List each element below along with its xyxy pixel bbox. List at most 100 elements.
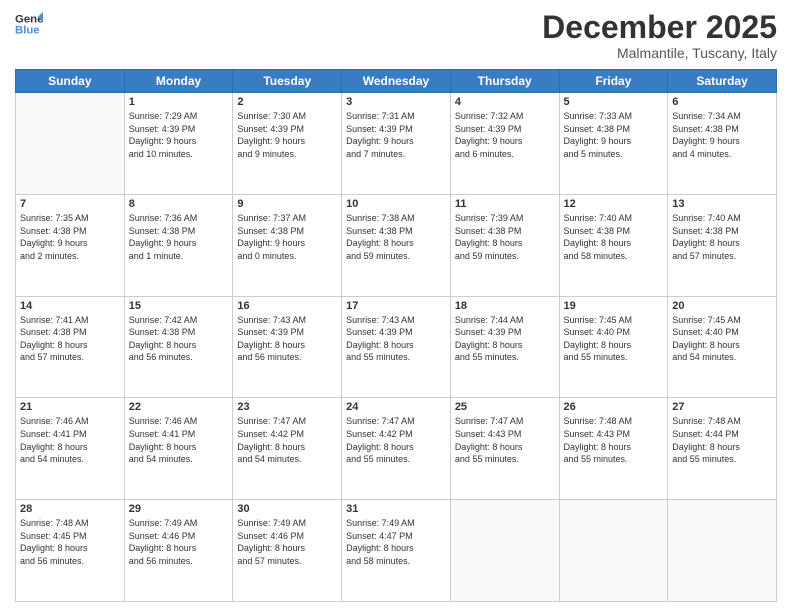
day-number: 24: [346, 401, 446, 413]
calendar-cell: 11Sunrise: 7:39 AM Sunset: 4:38 PM Dayli…: [450, 194, 559, 296]
calendar-cell: 1 Sunrise: 7:29 AM Sunset: 4:39 PM Daylig…: [124, 93, 233, 195]
cell-info: Sunrise: 7:42 AM Sunset: 4:38 PM Dayligh…: [129, 314, 229, 364]
day-number: 7: [20, 198, 120, 210]
page: General Blue December 2025 Malmantile, T…: [0, 0, 792, 612]
calendar-cell: 8Sunrise: 7:36 AM Sunset: 4:38 PM Daylig…: [124, 194, 233, 296]
calendar-cell: [668, 500, 777, 602]
week-row-3: 21Sunrise: 7:46 AM Sunset: 4:41 PM Dayli…: [16, 398, 777, 500]
calendar-cell: 3 Sunrise: 7:31 AM Sunset: 4:39 PM Daylig…: [342, 93, 451, 195]
day-number: 28: [20, 503, 120, 515]
cell-info: Sunrise: 7:47 AM Sunset: 4:42 PM Dayligh…: [237, 415, 337, 465]
day-number: 8: [129, 198, 229, 210]
month-title: December 2025: [542, 10, 777, 45]
cell-info: Sunrise: 7:35 AM Sunset: 4:38 PM Dayligh…: [20, 212, 120, 262]
cell-info: Sunrise: 7:40 AM Sunset: 4:38 PM Dayligh…: [672, 212, 772, 262]
day-number: 14: [20, 300, 120, 312]
day-number: 2: [237, 96, 337, 108]
cell-info: Sunrise: 7:29 AM Sunset: 4:39 PM Dayligh…: [129, 110, 229, 160]
day-number: 23: [237, 401, 337, 413]
day-number: 13: [672, 198, 772, 210]
cell-info: Sunrise: 7:31 AM Sunset: 4:39 PM Dayligh…: [346, 110, 446, 160]
calendar-cell: 20Sunrise: 7:45 AM Sunset: 4:40 PM Dayli…: [668, 296, 777, 398]
calendar-cell: 15 Sunrise: 7:42 AM Sunset: 4:38 PM Dayli…: [124, 296, 233, 398]
calendar-cell: 22 Sunrise: 7:46 AM Sunset: 4:41 PM Dayli…: [124, 398, 233, 500]
cell-info: Sunrise: 7:47 AM Sunset: 4:43 PM Dayligh…: [455, 415, 555, 465]
calendar-cell: 6Sunrise: 7:34 AM Sunset: 4:38 PM Daylig…: [668, 93, 777, 195]
calendar-cell: 21Sunrise: 7:46 AM Sunset: 4:41 PM Dayli…: [16, 398, 125, 500]
svg-text:Blue: Blue: [15, 25, 40, 37]
calendar-cell: 25Sunrise: 7:47 AM Sunset: 4:43 PM Dayli…: [450, 398, 559, 500]
cell-info: Sunrise: 7:40 AM Sunset: 4:38 PM Dayligh…: [564, 212, 664, 262]
cell-info: Sunrise: 7:48 AM Sunset: 4:44 PM Dayligh…: [672, 415, 772, 465]
cell-info: Sunrise: 7:49 AM Sunset: 4:46 PM Dayligh…: [129, 517, 229, 567]
title-block: December 2025 Malmantile, Tuscany, Italy: [542, 10, 777, 61]
cell-info: Sunrise: 7:43 AM Sunset: 4:39 PM Dayligh…: [237, 314, 337, 364]
day-number: 1: [129, 96, 229, 108]
week-row-1: 7 Sunrise: 7:35 AM Sunset: 4:38 PM Daylig…: [16, 194, 777, 296]
calendar-cell: 5 Sunrise: 7:33 AM Sunset: 4:38 PM Daylig…: [559, 93, 668, 195]
calendar-cell: 9 Sunrise: 7:37 AM Sunset: 4:38 PM Daylig…: [233, 194, 342, 296]
week-row-2: 14 Sunrise: 7:41 AM Sunset: 4:38 PM Dayli…: [16, 296, 777, 398]
weekday-sunday: Sunday: [16, 70, 125, 93]
week-row-4: 28 Sunrise: 7:48 AM Sunset: 4:45 PM Dayli…: [16, 500, 777, 602]
day-number: 30: [237, 503, 337, 515]
calendar-cell: [16, 93, 125, 195]
day-number: 22: [129, 401, 229, 413]
weekday-header-row: SundayMondayTuesdayWednesdayThursdayFrid…: [16, 70, 777, 93]
day-number: 19: [564, 300, 664, 312]
calendar-cell: 26Sunrise: 7:48 AM Sunset: 4:43 PM Dayli…: [559, 398, 668, 500]
day-number: 5: [564, 96, 664, 108]
calendar-cell: 23 Sunrise: 7:47 AM Sunset: 4:42 PM Dayli…: [233, 398, 342, 500]
cell-info: Sunrise: 7:49 AM Sunset: 4:47 PM Dayligh…: [346, 517, 446, 567]
calendar-cell: 4Sunrise: 7:32 AM Sunset: 4:39 PM Daylig…: [450, 93, 559, 195]
calendar-cell: 12 Sunrise: 7:40 AM Sunset: 4:38 PM Dayli…: [559, 194, 668, 296]
day-number: 15: [129, 300, 229, 312]
weekday-monday: Monday: [124, 70, 233, 93]
header: General Blue December 2025 Malmantile, T…: [15, 10, 777, 61]
cell-info: Sunrise: 7:44 AM Sunset: 4:39 PM Dayligh…: [455, 314, 555, 364]
calendar-cell: 30 Sunrise: 7:49 AM Sunset: 4:46 PM Dayli…: [233, 500, 342, 602]
day-number: 9: [237, 198, 337, 210]
logo-icon: General Blue: [15, 10, 43, 38]
calendar-cell: 18 Sunrise: 7:44 AM Sunset: 4:39 PM Dayli…: [450, 296, 559, 398]
cell-info: Sunrise: 7:33 AM Sunset: 4:38 PM Dayligh…: [564, 110, 664, 160]
svg-text:General: General: [15, 13, 43, 25]
cell-info: Sunrise: 7:49 AM Sunset: 4:46 PM Dayligh…: [237, 517, 337, 567]
weekday-tuesday: Tuesday: [233, 70, 342, 93]
calendar-cell: 27 Sunrise: 7:48 AM Sunset: 4:44 PM Dayli…: [668, 398, 777, 500]
cell-info: Sunrise: 7:41 AM Sunset: 4:38 PM Dayligh…: [20, 314, 120, 364]
weekday-thursday: Thursday: [450, 70, 559, 93]
day-number: 31: [346, 503, 446, 515]
day-number: 20: [672, 300, 772, 312]
day-number: 29: [129, 503, 229, 515]
calendar-table: SundayMondayTuesdayWednesdayThursdayFrid…: [15, 69, 777, 602]
location: Malmantile, Tuscany, Italy: [542, 45, 777, 61]
day-number: 10: [346, 198, 446, 210]
calendar-cell: 19Sunrise: 7:45 AM Sunset: 4:40 PM Dayli…: [559, 296, 668, 398]
cell-info: Sunrise: 7:48 AM Sunset: 4:43 PM Dayligh…: [564, 415, 664, 465]
day-number: 17: [346, 300, 446, 312]
logo: General Blue: [15, 10, 43, 38]
day-number: 16: [237, 300, 337, 312]
cell-info: Sunrise: 7:46 AM Sunset: 4:41 PM Dayligh…: [129, 415, 229, 465]
day-number: 4: [455, 96, 555, 108]
calendar-cell: 13 Sunrise: 7:40 AM Sunset: 4:38 PM Dayli…: [668, 194, 777, 296]
cell-info: Sunrise: 7:39 AM Sunset: 4:38 PM Dayligh…: [455, 212, 555, 262]
calendar-cell: 2 Sunrise: 7:30 AM Sunset: 4:39 PM Daylig…: [233, 93, 342, 195]
cell-info: Sunrise: 7:47 AM Sunset: 4:42 PM Dayligh…: [346, 415, 446, 465]
cell-info: Sunrise: 7:48 AM Sunset: 4:45 PM Dayligh…: [20, 517, 120, 567]
calendar-cell: 29 Sunrise: 7:49 AM Sunset: 4:46 PM Dayli…: [124, 500, 233, 602]
day-number: 6: [672, 96, 772, 108]
day-number: 12: [564, 198, 664, 210]
day-number: 27: [672, 401, 772, 413]
calendar-cell: 16 Sunrise: 7:43 AM Sunset: 4:39 PM Dayli…: [233, 296, 342, 398]
day-number: 3: [346, 96, 446, 108]
calendar-cell: 10Sunrise: 7:38 AM Sunset: 4:38 PM Dayli…: [342, 194, 451, 296]
calendar-body: 1 Sunrise: 7:29 AM Sunset: 4:39 PM Daylig…: [16, 93, 777, 602]
cell-info: Sunrise: 7:30 AM Sunset: 4:39 PM Dayligh…: [237, 110, 337, 160]
calendar-cell: 7 Sunrise: 7:35 AM Sunset: 4:38 PM Daylig…: [16, 194, 125, 296]
cell-info: Sunrise: 7:37 AM Sunset: 4:38 PM Dayligh…: [237, 212, 337, 262]
calendar-cell: [559, 500, 668, 602]
day-number: 18: [455, 300, 555, 312]
week-row-0: 1 Sunrise: 7:29 AM Sunset: 4:39 PM Daylig…: [16, 93, 777, 195]
